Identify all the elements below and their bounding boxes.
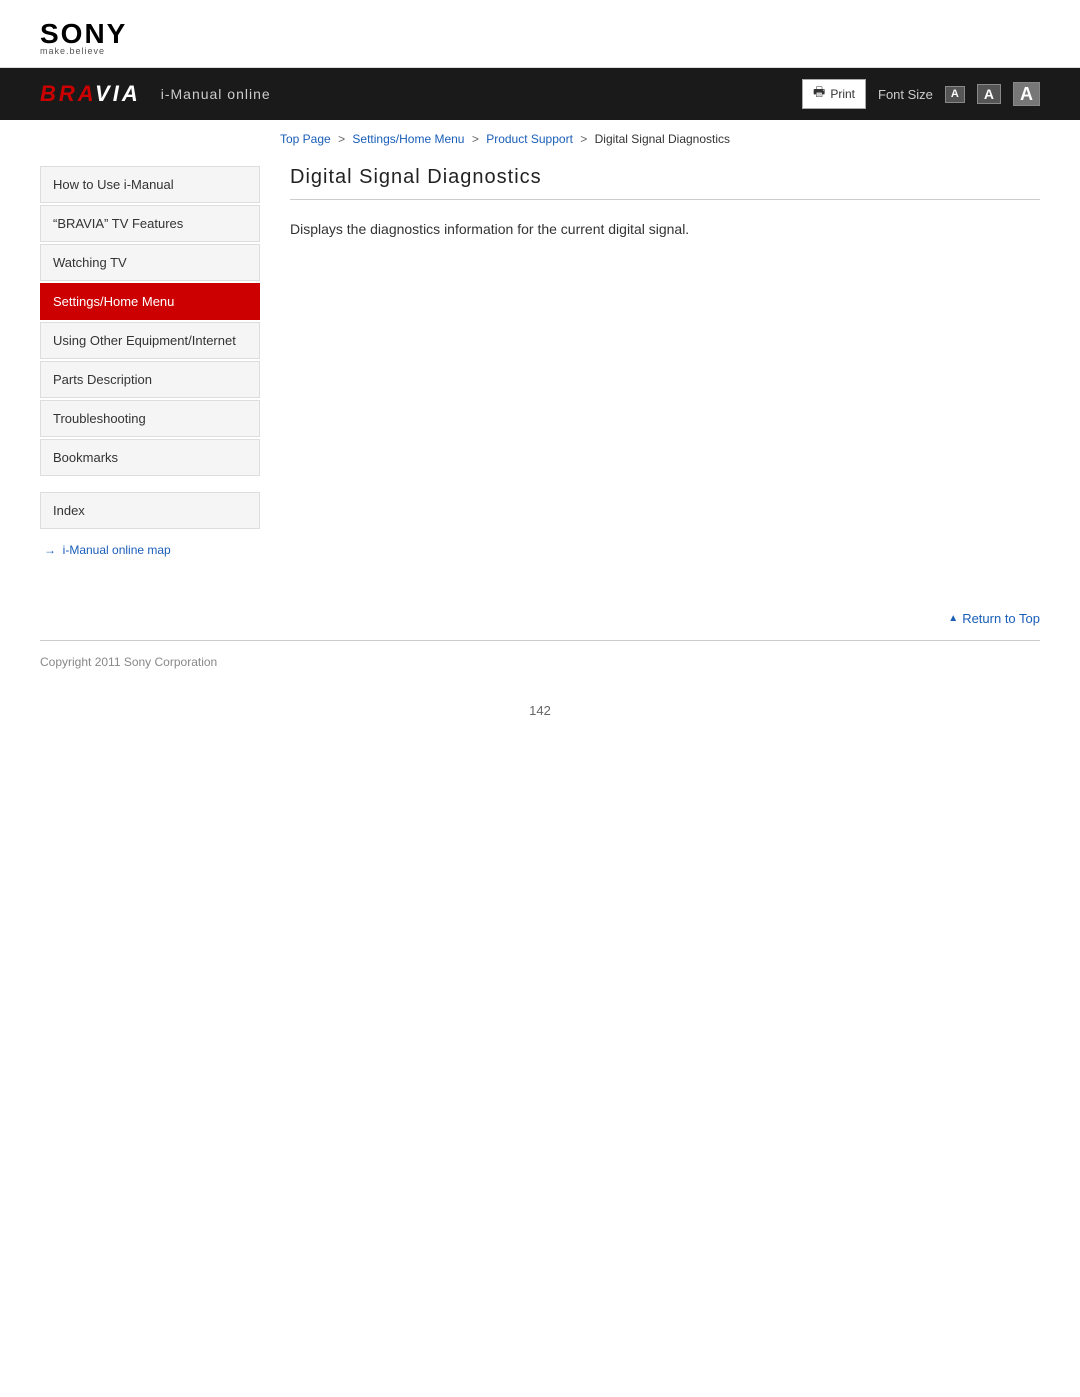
- imanual-title: i-Manual online: [161, 86, 271, 102]
- sidebar-item-troubleshooting[interactable]: Troubleshooting: [40, 400, 260, 437]
- breadcrumb-sep-1: >: [338, 132, 345, 146]
- imanual-map-link[interactable]: → i-Manual online map: [40, 543, 260, 557]
- print-button[interactable]: 🖶 Print: [802, 79, 866, 109]
- font-size-large-button[interactable]: A: [1013, 82, 1040, 106]
- bravia-logo: BRAVIA: [40, 81, 141, 107]
- bravia-right-controls: 🖶 Print Font Size A A A: [802, 79, 1040, 109]
- breadcrumb-current: Digital Signal Diagnostics: [595, 132, 730, 146]
- footer: Copyright 2011 Sony Corporation: [0, 641, 1080, 683]
- sidebar-item-parts-description[interactable]: Parts Description: [40, 361, 260, 398]
- bravia-header-bar: BRAVIA i-Manual online 🖶 Print Font Size…: [0, 68, 1080, 120]
- sidebar-item-using-other[interactable]: Using Other Equipment/Internet: [40, 322, 260, 359]
- breadcrumb-sep-3: >: [580, 132, 587, 146]
- sony-logo: SONY make.believe: [40, 18, 127, 56]
- logo-bar: SONY make.believe: [0, 0, 1080, 68]
- breadcrumb-settings-menu[interactable]: Settings/Home Menu: [352, 132, 464, 146]
- sidebar-item-bravia-features[interactable]: “BRAVIA” TV Features: [40, 205, 260, 242]
- sidebar-item-how-to-use[interactable]: How to Use i-Manual: [40, 166, 260, 203]
- font-size-label: Font Size: [878, 87, 933, 102]
- sidebar-item-watching-tv[interactable]: Watching TV: [40, 244, 260, 281]
- return-to-top-link[interactable]: ▲ Return to Top: [948, 611, 1040, 626]
- return-to-top-bar: ▲ Return to Top: [0, 597, 1080, 640]
- print-icon: 🖶: [813, 83, 825, 105]
- print-label: Print: [830, 87, 855, 101]
- bravia-left: BRAVIA i-Manual online: [40, 81, 271, 107]
- copyright-text: Copyright 2011 Sony Corporation: [40, 655, 217, 669]
- breadcrumb-sep-2: >: [472, 132, 479, 146]
- sidebar: How to Use i-Manual “BRAVIA” TV Features…: [40, 146, 260, 557]
- breadcrumb-top-page[interactable]: Top Page: [280, 132, 331, 146]
- sidebar-item-settings-home-menu[interactable]: Settings/Home Menu: [40, 283, 260, 320]
- page-number: 142: [0, 683, 1080, 738]
- font-size-small-button[interactable]: A: [945, 86, 965, 103]
- sidebar-item-bookmarks[interactable]: Bookmarks: [40, 439, 260, 476]
- breadcrumb: Top Page > Settings/Home Menu > Product …: [0, 120, 1080, 146]
- content-area: Digital Signal Diagnostics Displays the …: [290, 146, 1040, 557]
- return-to-top-icon: ▲: [948, 613, 958, 624]
- map-link-label: i-Manual online map: [63, 543, 171, 557]
- sidebar-item-index[interactable]: Index: [40, 492, 260, 529]
- return-to-top-label: Return to Top: [962, 611, 1040, 626]
- map-arrow: →: [44, 543, 56, 557]
- page-title: Digital Signal Diagnostics: [290, 166, 1040, 200]
- font-size-medium-button[interactable]: A: [977, 84, 1001, 104]
- content-description: Displays the diagnostics information for…: [290, 218, 1040, 240]
- sony-text: SONY: [40, 18, 127, 49]
- breadcrumb-product-support[interactable]: Product Support: [486, 132, 573, 146]
- main-container: How to Use i-Manual “BRAVIA” TV Features…: [0, 146, 1080, 557]
